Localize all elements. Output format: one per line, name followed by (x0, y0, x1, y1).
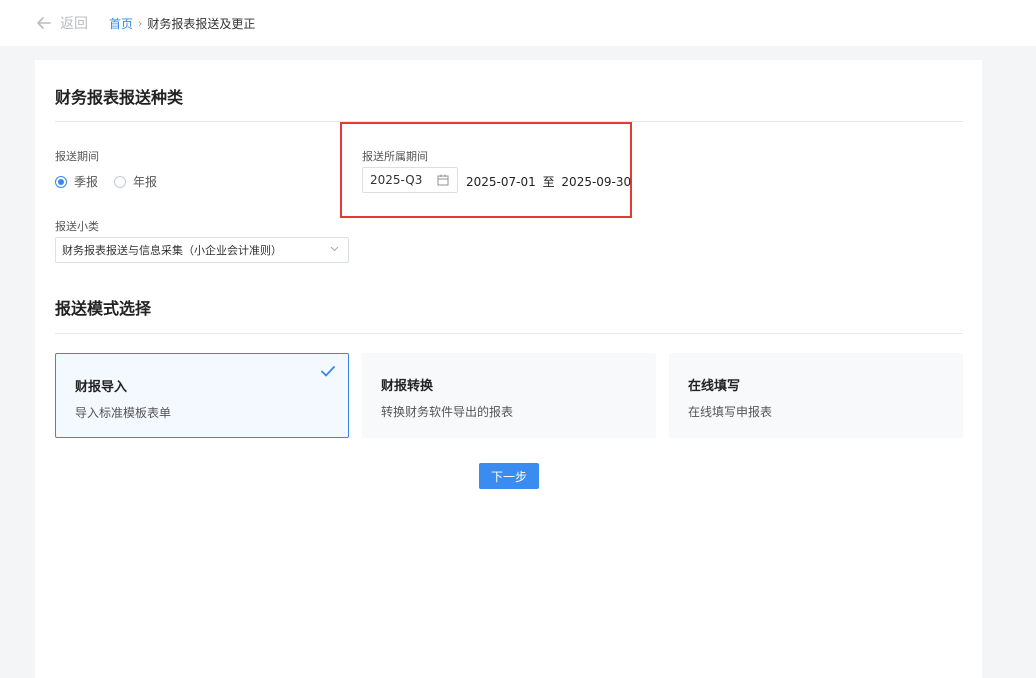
radio-quarterly[interactable]: 季报 (55, 173, 98, 190)
date-range-text: 2025-07-01 至 2025-09-30 (466, 173, 631, 190)
mode-title: 财报导入 (75, 380, 128, 395)
calendar-icon (437, 174, 449, 186)
subtype-value: 财务报表报送与信息采集（小企业会计准则） (62, 244, 282, 257)
radio-quarterly-label: 季报 (74, 175, 99, 189)
mode-desc: 在线填写申报表 (688, 405, 773, 419)
range-separator: 至 (542, 175, 555, 189)
radio-dot-unchecked (114, 175, 127, 188)
mode-card-import[interactable]: 财报导入 导入标准模板表单 (55, 353, 349, 438)
period-radio-group: 季报 年报 (55, 173, 173, 190)
breadcrumb-home-link[interactable]: 首页 (109, 15, 133, 32)
section-title-mode: 报送模式选择 (55, 299, 152, 318)
radio-annual[interactable]: 年报 (114, 173, 157, 190)
radio-dot-checked (55, 175, 67, 188)
section-title-report-type: 财务报表报送种类 (55, 88, 184, 107)
arrow-left-icon (37, 17, 51, 29)
belong-period-label: 报送所属期间 (362, 150, 428, 163)
subtype-select[interactable]: 财务报表报送与信息采集（小企业会计准则） (55, 237, 349, 263)
mode-desc: 导入标准模板表单 (75, 406, 172, 420)
quarter-value: 2025-Q3 (370, 173, 423, 187)
mode-card-online[interactable]: 在线填写 在线填写申报表 (669, 353, 963, 438)
radio-annual-label: 年报 (133, 175, 158, 189)
quarter-picker[interactable]: 2025-Q3 (362, 167, 458, 193)
back-button[interactable]: 返回 (37, 13, 88, 33)
check-icon (321, 366, 335, 377)
mode-card-convert[interactable]: 财报转换 转换财务软件导出的报表 (362, 353, 656, 438)
subtype-label: 报送小类 (55, 220, 99, 233)
back-label: 返回 (60, 16, 88, 32)
mode-desc: 转换财务软件导出的报表 (381, 405, 514, 419)
next-step-button[interactable]: 下一步 (479, 463, 539, 489)
range-start: 2025-07-01 (466, 175, 536, 189)
top-bar: 返回 首页 › 财务报表报送及更正 (0, 0, 1036, 46)
breadcrumb: 首页 › 财务报表报送及更正 (109, 15, 255, 32)
range-end: 2025-09-30 (561, 175, 632, 189)
section-divider (55, 333, 963, 334)
mode-title: 在线填写 (688, 379, 741, 394)
breadcrumb-current: 财务报表报送及更正 (147, 17, 256, 31)
mode-title: 财报转换 (381, 379, 434, 394)
chevron-down-icon (330, 246, 339, 252)
breadcrumb-separator: › (138, 17, 143, 30)
period-label: 报送期间 (55, 150, 99, 163)
